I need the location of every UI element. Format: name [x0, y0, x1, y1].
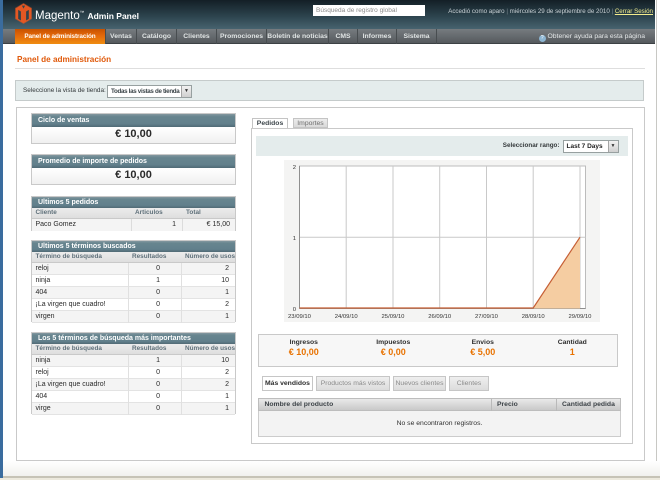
- svg-text:29/09/10: 29/09/10: [569, 314, 593, 320]
- svg-text:2: 2: [293, 165, 296, 171]
- svg-text:28/09/10: 28/09/10: [522, 314, 546, 320]
- svg-text:27/09/10: 27/09/10: [475, 314, 499, 320]
- svg-text:1: 1: [293, 236, 296, 242]
- svg-text:26/09/10: 26/09/10: [428, 314, 452, 320]
- svg-text:23/09/10: 23/09/10: [288, 314, 312, 320]
- svg-text:24/09/10: 24/09/10: [335, 314, 359, 320]
- svg-text:25/09/10: 25/09/10: [382, 314, 406, 320]
